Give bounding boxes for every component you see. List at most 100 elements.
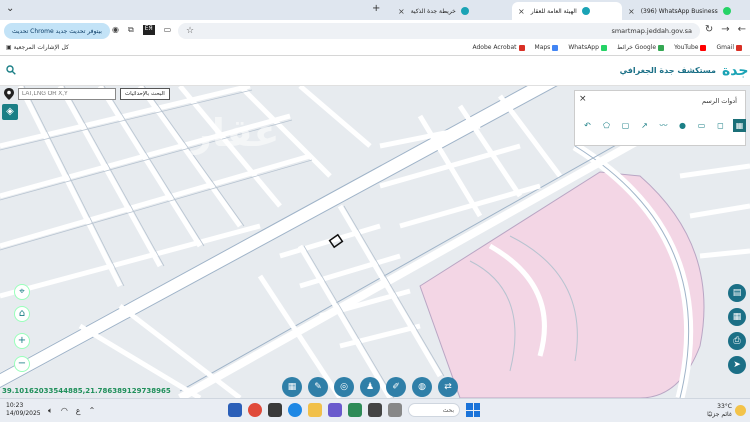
- bookmark-maps[interactable]: Maps: [535, 44, 559, 51]
- bookmark-google-maps[interactable]: خرائط Google: [617, 44, 665, 51]
- polygon-icon[interactable]: ⬠: [600, 119, 613, 132]
- layers-icon[interactable]: ◈: [2, 104, 18, 120]
- drawing-tools-panel: × أدوات الرسم ↶ ⬠ ▢ ↗ 〰 ● ▭ ◻ ▦: [574, 90, 746, 146]
- chrome-update-button[interactable]: تحديث Chrome بيتوفر تحديث جديد: [4, 23, 110, 39]
- nav-buttons: ↻ → ←: [705, 24, 746, 35]
- bookmark-star-icon[interactable]: ☆: [186, 26, 194, 36]
- chrome-icon[interactable]: [248, 403, 262, 417]
- tab-search-icon[interactable]: ⌄: [6, 3, 14, 14]
- home-icon[interactable]: ⌂: [14, 306, 30, 322]
- user-icon[interactable]: ♟: [360, 377, 380, 397]
- table-icon[interactable]: ▦: [282, 377, 302, 397]
- omnibox[interactable]: ☆ smartmap.jeddah.gov.sa: [178, 23, 700, 39]
- folder-icon: ▣: [6, 44, 14, 51]
- whatsapp-icon: [600, 44, 607, 51]
- point-icon[interactable]: ●: [676, 119, 689, 132]
- locate-me-icon[interactable]: ⌖: [14, 284, 30, 300]
- bookmark-gmail[interactable]: Gmail: [716, 44, 742, 51]
- profile-icon[interactable]: ◉: [112, 25, 119, 35]
- extensions-icon[interactable]: ⧉: [128, 25, 134, 35]
- extension-badge-icon[interactable]: ЁЯ: [142, 25, 155, 35]
- edit-icon[interactable]: ✎: [308, 377, 328, 397]
- site-favicon-icon: [460, 7, 469, 15]
- google-maps-icon: [658, 44, 665, 51]
- language-icon[interactable]: ع: [76, 406, 81, 416]
- undo-icon[interactable]: ↶: [581, 119, 594, 132]
- bookmark-adobe-acrobat[interactable]: Adobe Acrobat: [472, 44, 525, 51]
- navigate-icon[interactable]: ➤: [728, 356, 746, 374]
- bookmarks-list: Adobe Acrobat Maps WhatsApp خرائط Google…: [472, 44, 742, 51]
- share-icon[interactable]: ⇄: [438, 377, 458, 397]
- search-icon[interactable]: [6, 65, 16, 75]
- map-watermark: عقار: [188, 111, 279, 155]
- search-by-coordinates-button[interactable]: البحث بالإحداثيات: [120, 88, 170, 100]
- wifi-icon[interactable]: ◠: [61, 406, 68, 416]
- windows-start-icon[interactable]: [466, 403, 480, 417]
- print-icon[interactable]: ⎙: [728, 332, 746, 350]
- url-text[interactable]: smartmap.jeddah.gov.sa: [611, 27, 692, 35]
- identify-icon[interactable]: ◍: [412, 377, 432, 397]
- edge-icon[interactable]: [288, 403, 302, 417]
- jeddah-logo[interactable]: جدة: [722, 60, 748, 82]
- drawing-tools-row: ↶ ⬠ ▢ ↗ 〰 ● ▭ ◻ ▦: [581, 119, 746, 132]
- clock[interactable]: 10:23 14/09/2025: [6, 402, 41, 418]
- tab-label: خريطة جدة الذكية: [410, 7, 456, 15]
- grid-icon[interactable]: ▦: [733, 119, 746, 132]
- tab-jeddah-smart-map[interactable]: × خريطة جدة الذكية: [392, 2, 512, 20]
- measure-icon[interactable]: ✐: [386, 377, 406, 397]
- zoom-in-icon[interactable]: +: [14, 333, 30, 349]
- back-icon[interactable]: ←: [738, 24, 746, 35]
- tab-real-estate-authority[interactable]: × الهيئة العامة للعقار: [512, 2, 622, 20]
- coordinate-input[interactable]: [18, 88, 116, 100]
- drawing-tools-title: أدوات الرسم: [702, 97, 737, 105]
- arrow-icon[interactable]: ↗: [638, 119, 651, 132]
- close-tab-icon[interactable]: ×: [398, 7, 405, 16]
- bottom-toolbar: ▦ ✎ ◎ ♟ ✐ ◍ ⇄: [282, 377, 458, 397]
- word-icon[interactable]: [228, 403, 242, 417]
- new-tab-icon[interactable]: +: [372, 3, 380, 14]
- text-box-icon[interactable]: ▭: [695, 119, 708, 132]
- taskbar-apps: بحث: [228, 403, 480, 417]
- close-tab-icon[interactable]: ×: [628, 7, 635, 16]
- tab-whatsapp[interactable]: × (396) WhatsApp Business: [622, 2, 732, 20]
- filter-icon[interactable]: ◎: [334, 377, 354, 397]
- address-bar-row: تحديث Chrome بيتوفر تحديث جديد ◉ ⧉ ЁЯ ▭ …: [0, 20, 750, 42]
- photos-icon[interactable]: [328, 403, 342, 417]
- freehand-icon[interactable]: 〰: [657, 119, 670, 132]
- all-bookmarks-link[interactable]: ▣ كل الإشارات المرجعية: [6, 44, 69, 51]
- app-icon[interactable]: [348, 403, 362, 417]
- close-tab-icon[interactable]: ×: [518, 7, 525, 16]
- taskbar-search[interactable]: بحث: [408, 403, 460, 417]
- tray-expand-icon[interactable]: ⌃: [89, 406, 96, 416]
- clock-time: 10:23: [6, 402, 24, 409]
- toolbar-icons: ◉ ⧉ ЁЯ ▭: [112, 25, 171, 35]
- bookmarks-bar: ▣ كل الإشارات المرجعية Adobe Acrobat Map…: [0, 42, 750, 56]
- calculator-icon[interactable]: [268, 403, 282, 417]
- location-pin-icon[interactable]: [4, 88, 14, 100]
- weather-desc: غائم جزئيًا: [707, 411, 732, 418]
- sidebar-icon[interactable]: ▭: [164, 25, 172, 35]
- square-icon[interactable]: ◻: [714, 119, 727, 132]
- all-bookmarks-label: كل الإشارات المرجعية: [13, 44, 69, 51]
- catalog-icon[interactable]: ▤: [728, 284, 746, 302]
- forward-icon[interactable]: →: [721, 24, 729, 35]
- basemap-icon[interactable]: ▦: [728, 308, 746, 326]
- file-explorer-icon[interactable]: [308, 403, 322, 417]
- bookmark-whatsapp[interactable]: WhatsApp: [568, 44, 607, 51]
- clock-date: 14/09/2025: [6, 410, 41, 417]
- reload-icon[interactable]: ↻: [705, 24, 713, 35]
- volume-icon[interactable]: 🔈︎: [48, 406, 53, 416]
- app-title: مستكشف جدة الجغرافي: [619, 66, 716, 75]
- bookmark-youtube[interactable]: YouTube: [674, 44, 707, 51]
- task-view-icon[interactable]: [388, 403, 402, 417]
- browser-tab-bar: ⌄ × خريطة جدة الذكية + × الهيئة العامة ل…: [0, 0, 750, 20]
- zoom-out-icon[interactable]: −: [14, 356, 30, 372]
- close-icon[interactable]: ×: [579, 94, 587, 104]
- coordinates-readout: 39.10162033544885,21.786389129738965: [2, 387, 171, 395]
- rectangle-icon[interactable]: ▢: [619, 119, 632, 132]
- store-icon[interactable]: [368, 403, 382, 417]
- weather-widget[interactable]: 33°C غائم جزئيًا: [707, 403, 732, 419]
- acrobat-icon: [518, 44, 525, 51]
- maps-icon: [552, 44, 559, 51]
- gmail-icon: [736, 44, 742, 51]
